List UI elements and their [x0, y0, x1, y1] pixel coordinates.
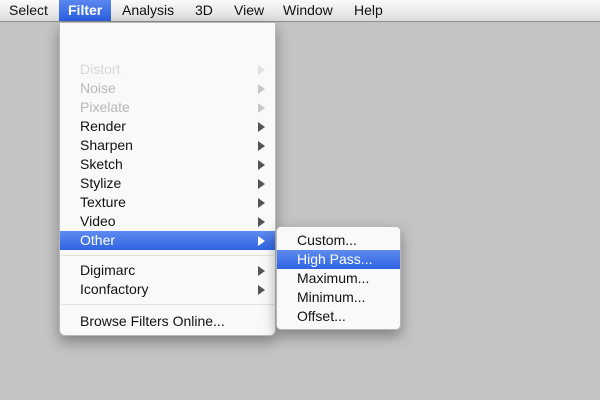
menu-analysis[interactable]: Analysis [113, 0, 183, 21]
menu-item-label: Custom... [297, 232, 357, 248]
menu-window[interactable]: Window [274, 0, 340, 21]
menu-item-label: Sketch [80, 156, 123, 172]
submenu-arrow-icon [258, 141, 265, 151]
menu-item-label: Stylize [80, 175, 122, 191]
menu-bar: Select Filter Analysis 3D View Window He… [0, 0, 600, 22]
menu-separator [61, 255, 274, 256]
menu-3d[interactable]: 3D [186, 0, 222, 21]
menu-item-sketch[interactable]: Sketch [60, 155, 275, 174]
submenu-arrow-icon [258, 65, 265, 75]
menu-item-stylize[interactable]: Stylize [60, 174, 275, 193]
menu-item-render[interactable]: Render [60, 117, 275, 136]
submenu-arrow-icon [258, 84, 265, 94]
menu-item-label: Offset... [297, 308, 346, 324]
other-submenu: Custom... High Pass... Maximum... Minimu… [276, 226, 401, 330]
submenu-arrow-icon [258, 179, 265, 189]
submenu-arrow-icon [258, 266, 265, 276]
menu-item-label: Maximum... [297, 270, 370, 286]
menu-item-pixelate: Pixelate [60, 98, 275, 117]
menu-item-custom[interactable]: Custom... [277, 231, 400, 250]
menu-view[interactable]: View [225, 0, 271, 21]
menu-select[interactable]: Select [0, 0, 54, 21]
submenu-arrow-icon [258, 236, 265, 246]
menu-item-label: Browse Filters Online... [80, 313, 225, 329]
menu-item-label: Distort [80, 61, 121, 77]
menu-item-distort: Distort [60, 60, 275, 79]
menu-item-label: Pixelate [80, 99, 130, 115]
menu-item-label: Minimum... [297, 289, 366, 305]
menu-item-sharpen[interactable]: Sharpen [60, 136, 275, 155]
menu-item-offset[interactable]: Offset... [277, 307, 400, 326]
menu-item-other[interactable]: Other [60, 231, 275, 250]
menu-item-label: Texture [80, 194, 126, 210]
menu-item-texture[interactable]: Texture [60, 193, 275, 212]
menu-separator [61, 304, 274, 305]
menu-item-label: Other [80, 232, 116, 248]
submenu-arrow-icon [258, 285, 265, 295]
menu-item-label: High Pass... [297, 251, 373, 267]
menu-item-noise: Noise [60, 79, 275, 98]
menu-item-digimarc[interactable]: Digimarc [60, 261, 275, 280]
menu-item-label: Iconfactory [80, 281, 149, 297]
submenu-arrow-icon [258, 160, 265, 170]
menu-item-label: Video [80, 213, 116, 229]
submenu-arrow-icon [258, 198, 265, 208]
submenu-arrow-icon [258, 103, 265, 113]
submenu-arrow-icon [258, 122, 265, 132]
menu-item-high-pass[interactable]: High Pass... [277, 250, 400, 269]
menu-item-label: Sharpen [80, 137, 133, 153]
menu-item-label: Render [80, 118, 126, 134]
submenu-arrow-icon [258, 217, 265, 227]
menu-item-label: Noise [80, 80, 116, 96]
menu-item-label: Digimarc [80, 262, 136, 278]
menu-item-maximum[interactable]: Maximum... [277, 269, 400, 288]
filter-menu: Distort Noise Pixelate Render Sharpen Sk… [59, 22, 276, 336]
menu-filter[interactable]: Filter [59, 0, 111, 21]
menu-item-video[interactable]: Video [60, 212, 275, 231]
menu-help[interactable]: Help [345, 0, 391, 21]
menu-item-iconfactory[interactable]: Iconfactory [60, 280, 275, 299]
menu-item-browse-filters-online[interactable]: Browse Filters Online... [60, 312, 275, 331]
menu-item-minimum[interactable]: Minimum... [277, 288, 400, 307]
